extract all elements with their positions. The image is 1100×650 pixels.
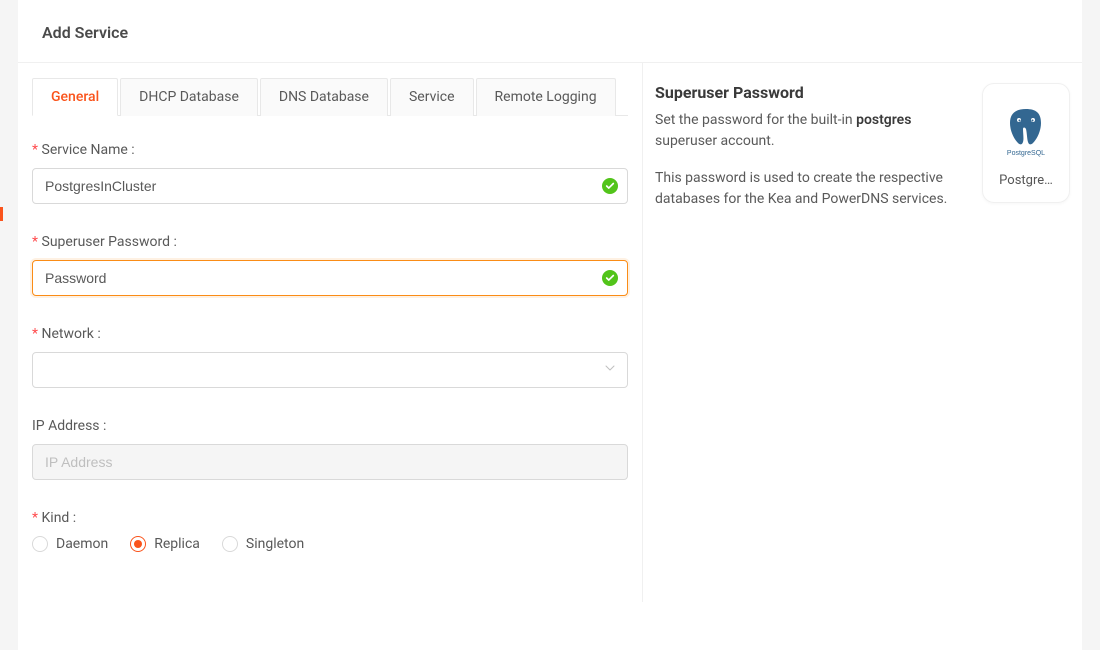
tab-label: General <box>51 89 99 105</box>
help-paragraph: This password is used to create the resp… <box>655 168 962 210</box>
tab-label: Service <box>409 89 455 105</box>
radio-circle-icon <box>130 536 146 552</box>
network-select-wrap <box>32 352 628 388</box>
service-name-label: Service Name : <box>32 142 628 158</box>
service-card-label: Postgre… <box>989 173 1063 188</box>
radio-daemon[interactable]: Daemon <box>32 536 108 552</box>
radio-label: Singleton <box>246 536 304 552</box>
form-item-superuser-password: Superuser Password : <box>32 234 628 296</box>
radio-singleton[interactable]: Singleton <box>222 536 304 552</box>
page-header: Add Service <box>18 0 1082 63</box>
radio-dot-icon <box>134 540 142 548</box>
tab-label: DNS Database <box>279 89 369 105</box>
help-text: Superuser Password Set the password for … <box>655 83 962 582</box>
radio-replica[interactable]: Replica <box>130 536 200 552</box>
radio-label: Replica <box>154 536 200 552</box>
page-title: Add Service <box>42 23 1058 42</box>
tab-service[interactable]: Service <box>390 78 474 116</box>
help-column: Superuser Password Set the password for … <box>643 63 1082 602</box>
tab-dns-database[interactable]: DNS Database <box>260 78 388 116</box>
ip-address-input-wrap <box>32 444 628 480</box>
superuser-password-label: Superuser Password : <box>32 234 628 250</box>
service-name-input[interactable] <box>32 168 628 204</box>
tab-remote-logging[interactable]: Remote Logging <box>476 78 616 116</box>
service-card[interactable]: PostgreSQL Postgre… <box>982 83 1070 203</box>
radio-label: Daemon <box>56 536 108 552</box>
tabs: General DHCP Database DNS Database Servi… <box>32 77 628 116</box>
check-icon <box>602 178 618 194</box>
tab-label: DHCP Database <box>139 89 239 105</box>
service-name-input-wrap <box>32 168 628 204</box>
form-item-ip-address: IP Address : <box>32 418 628 480</box>
network-label: Network : <box>32 326 628 342</box>
form-item-network: Network : <box>32 326 628 388</box>
help-text-span: superuser account. <box>655 133 775 149</box>
superuser-password-input-wrap <box>32 260 628 296</box>
ip-address-input <box>32 444 628 480</box>
accent-marker <box>0 207 3 221</box>
network-select[interactable] <box>32 352 628 388</box>
form-column: General DHCP Database DNS Database Servi… <box>18 63 643 602</box>
form-item-kind: Kind : Daemon Replica Singleton <box>32 510 628 552</box>
check-icon <box>602 270 618 286</box>
radio-circle-icon <box>32 536 48 552</box>
kind-label: Kind : <box>32 510 628 526</box>
svg-text:PostgreSQL: PostgreSQL <box>1007 150 1045 157</box>
help-paragraph: Set the password for the built-in postgr… <box>655 110 962 152</box>
form-item-service-name: Service Name : <box>32 142 628 204</box>
help-text-bold: postgres <box>856 112 911 128</box>
kind-radio-group: Daemon Replica Singleton <box>32 536 628 552</box>
postgresql-logo-icon: PostgreSQL <box>998 103 1054 159</box>
help-text-span: Set the password for the built-in <box>655 112 856 128</box>
superuser-password-input[interactable] <box>32 260 628 296</box>
help-title: Superuser Password <box>655 83 962 102</box>
tab-label: Remote Logging <box>495 89 597 105</box>
radio-circle-icon <box>222 536 238 552</box>
page-body: General DHCP Database DNS Database Servi… <box>18 63 1082 602</box>
tab-general[interactable]: General <box>32 78 118 116</box>
tab-dhcp-database[interactable]: DHCP Database <box>120 78 258 116</box>
ip-address-label: IP Address : <box>32 418 628 434</box>
